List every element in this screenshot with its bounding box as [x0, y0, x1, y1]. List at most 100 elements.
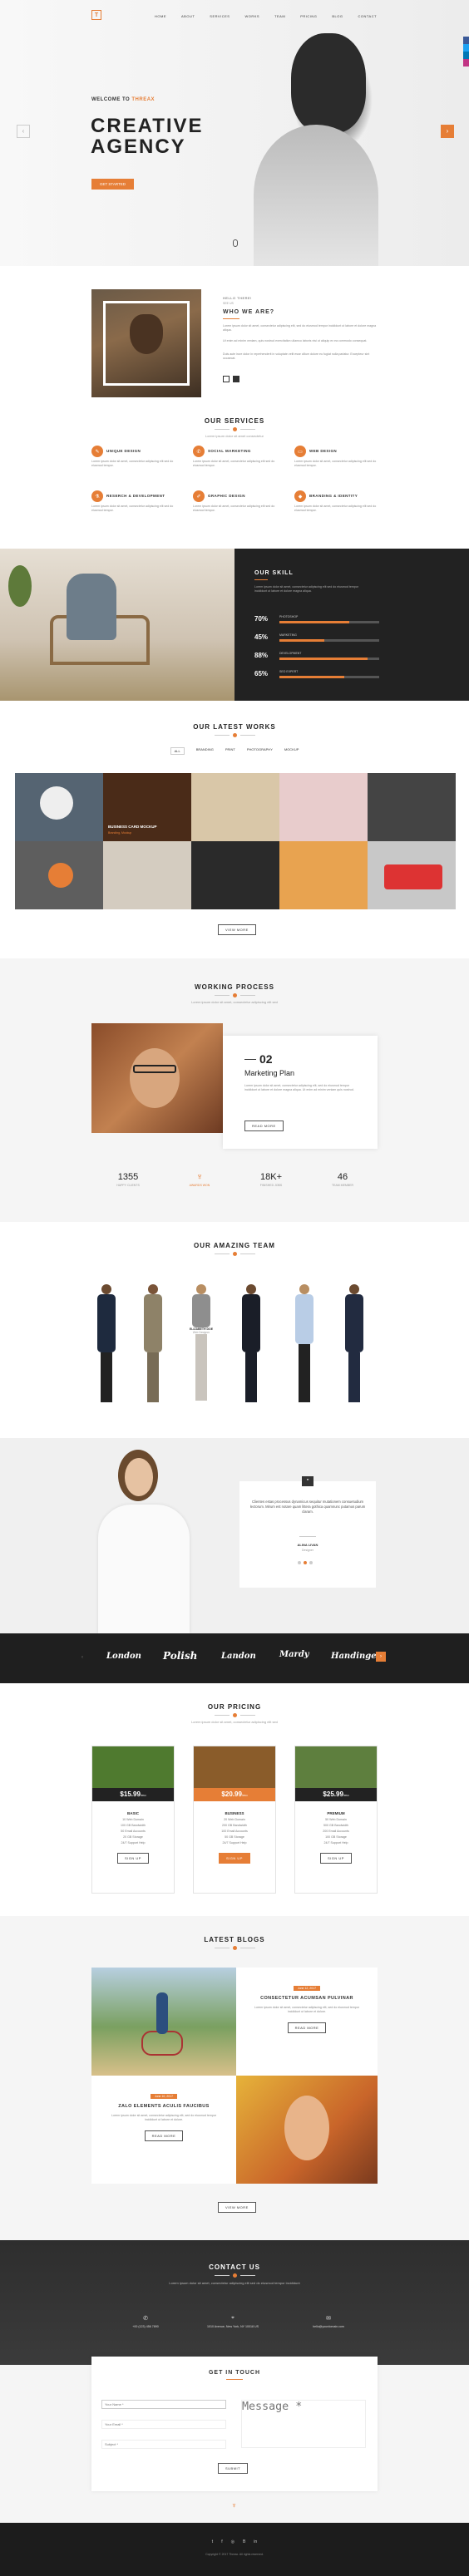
- nav-item[interactable]: SERVICES: [210, 14, 230, 18]
- blog-card: June 10, 2017 ZALO ELEMENTS ACULIS FAUCI…: [91, 2076, 236, 2184]
- name-input[interactable]: [101, 2400, 226, 2409]
- bicycle: [141, 2031, 183, 2056]
- service-title: UNIQUE DESIGN: [106, 449, 141, 454]
- woman-face: [284, 2096, 329, 2160]
- dot-active[interactable]: [304, 1561, 307, 1564]
- clients-next-icon[interactable]: ›: [376, 1652, 386, 1662]
- dot[interactable]: [309, 1561, 313, 1564]
- filter-mockup[interactable]: MOCKUP: [284, 747, 299, 755]
- counter-label: FINISHED JOBS: [259, 1184, 283, 1187]
- linkedin-icon[interactable]: in: [254, 2539, 257, 2544]
- work-tile[interactable]: [368, 841, 456, 909]
- filter-all[interactable]: ALL: [170, 747, 185, 755]
- contact-section: CONTACT US Lorem ipsum dolor sit amet, c…: [0, 2240, 469, 2365]
- blog-text: Lorem ipsum dolor sit amet, consectetur …: [111, 2114, 217, 2121]
- team-member[interactable]: [289, 1284, 319, 1409]
- team-member[interactable]: [339, 1284, 369, 1409]
- logo[interactable]: T: [91, 10, 101, 20]
- rider: [156, 1992, 168, 2034]
- process-num-line: [244, 1059, 256, 1060]
- plan-signup-button[interactable]: SIGN UP: [320, 1853, 352, 1864]
- subject-input[interactable]: [101, 2440, 226, 2449]
- work-tile[interactable]: [15, 841, 103, 909]
- next-arrow-icon[interactable]: ›: [441, 125, 454, 138]
- team-member[interactable]: [91, 1284, 121, 1409]
- team-member-featured[interactable]: ELIZABETH DOE Web Designer: [185, 1284, 218, 1409]
- blogs-view-more-button[interactable]: VIEW MORE: [218, 2202, 256, 2213]
- share-icon: ✆: [193, 446, 205, 457]
- email-input[interactable]: [101, 2420, 226, 2429]
- message-textarea[interactable]: [241, 2400, 366, 2448]
- skill-bar-fill: [279, 621, 349, 623]
- member-role: Web Designer: [192, 1331, 210, 1334]
- about-divider: [223, 318, 239, 319]
- about-image: [91, 289, 201, 397]
- scroll-mouse-icon[interactable]: [233, 239, 238, 247]
- blog-text: Lorem ipsum dolor sit amet, consectetur …: [254, 2006, 360, 2013]
- plan-price-bar: $25.99/mo: [295, 1788, 377, 1801]
- get-started-button[interactable]: GET STARTED: [91, 179, 135, 190]
- work-tile-hover[interactable]: BUSINESS CARD MOCKUP Branding, Mockup: [103, 773, 191, 841]
- beard-shape: [291, 33, 366, 133]
- slider-dot-active[interactable]: [233, 376, 239, 382]
- facebook-icon[interactable]: f: [221, 2539, 222, 2544]
- quote-divider: [299, 1536, 316, 1537]
- prev-arrow-icon[interactable]: ‹: [17, 125, 30, 138]
- work-tile[interactable]: [103, 841, 191, 909]
- plan-per: /mo: [241, 1793, 248, 1797]
- work-tile[interactable]: [191, 841, 279, 909]
- skill-bar: [279, 639, 379, 642]
- skill-row: 65% SEO EXPERT: [254, 670, 379, 678]
- work-tile[interactable]: [191, 773, 279, 841]
- dribbble-icon[interactable]: ◎: [231, 2539, 234, 2544]
- design-icon: ✎: [91, 446, 103, 457]
- team-member[interactable]: [138, 1284, 168, 1409]
- client-logo: Handinger: [331, 1652, 381, 1661]
- plan-name: BUSINESS: [225, 1811, 244, 1815]
- behance-icon[interactable]: B: [243, 2539, 245, 2544]
- plan-signup-button[interactable]: SIGN UP: [219, 1853, 250, 1864]
- nav-item[interactable]: HOME: [155, 14, 166, 18]
- instagram-icon[interactable]: [463, 59, 469, 66]
- footer-logo-icon: ♆: [231, 2501, 237, 2510]
- twitter-icon[interactable]: t: [212, 2539, 213, 2544]
- plan-signup-button[interactable]: SIGN UP: [117, 1853, 149, 1864]
- bull-head: [130, 314, 163, 354]
- service-item: ✐ GRAPHIC DESIGN Lorem ipsum dolor sit ame…: [193, 490, 284, 513]
- nav-item[interactable]: ABOUT: [181, 14, 195, 18]
- work-tile[interactable]: [279, 841, 368, 909]
- service-desc: Lorem ipsum dolor sit amet, consectetur …: [193, 460, 275, 467]
- client-logo: Landon: [221, 1652, 256, 1661]
- facebook-icon[interactable]: [463, 37, 469, 44]
- filter-branding[interactable]: BRANDING: [196, 747, 214, 755]
- counter: 1355 HAPPY CLIENTS: [111, 1172, 145, 1187]
- dot[interactable]: [298, 1561, 301, 1564]
- filter-photography[interactable]: PHOTOGRAPHY: [247, 747, 273, 755]
- client-logo: Mardy: [279, 1650, 309, 1659]
- testimonial-dots: [298, 1561, 313, 1564]
- skill-bar-fill: [279, 639, 324, 642]
- work-tile[interactable]: [368, 773, 456, 841]
- blog-read-more-button[interactable]: READ MORE: [287, 2022, 327, 2033]
- filter-print[interactable]: PRINT: [225, 747, 235, 755]
- team-title: OUR AMAZING TEAM: [194, 1242, 275, 1249]
- work-tile[interactable]: [15, 773, 103, 841]
- slider-dot[interactable]: [223, 376, 230, 382]
- twitter-icon[interactable]: [463, 44, 469, 52]
- view-more-works-button[interactable]: VIEW MORE: [218, 924, 256, 935]
- plan-per: /mo: [343, 1793, 349, 1797]
- pricing-card: $20.99/mo BUSINESS 20 Web Domain 200 GB Ban…: [193, 1746, 276, 1894]
- clients-prev-icon[interactable]: ‹: [81, 1655, 83, 1660]
- linkedin-icon[interactable]: [463, 52, 469, 59]
- skill-row: 70% PHOTOSHOP: [254, 615, 379, 623]
- skill-bar-fill: [279, 676, 344, 678]
- work-tile[interactable]: [279, 773, 368, 841]
- title-divider: [0, 2273, 469, 2278]
- team-member[interactable]: [236, 1284, 266, 1409]
- title-divider: [0, 1946, 469, 1950]
- blog-read-more-button[interactable]: READ MORE: [144, 2130, 184, 2141]
- skill-percent: 45%: [254, 633, 269, 641]
- process-read-more-button[interactable]: READ MORE: [244, 1121, 284, 1131]
- submit-button[interactable]: SUBMIT: [218, 2463, 249, 2474]
- skill-row: 45% MARKETING: [254, 633, 379, 642]
